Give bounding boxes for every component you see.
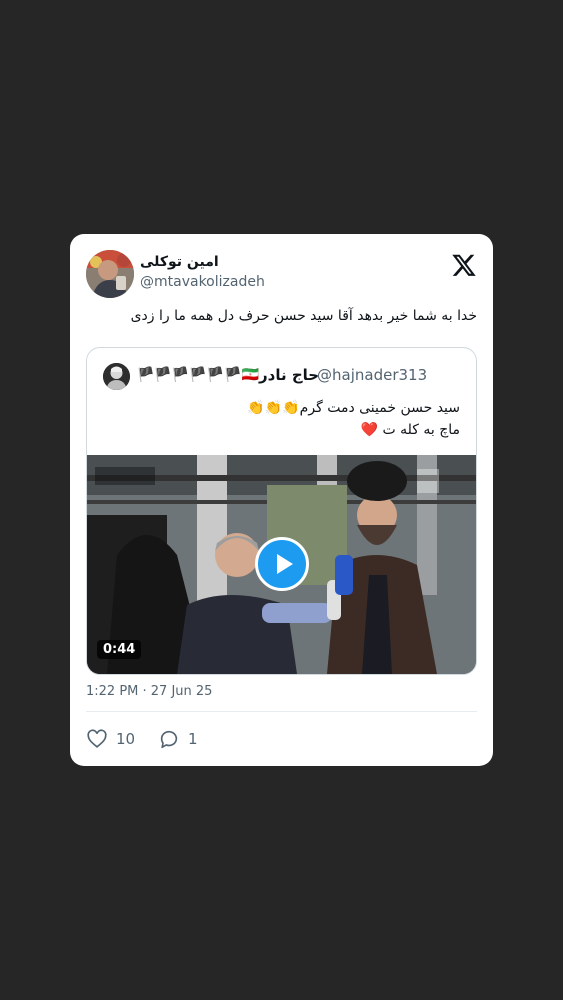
- tweet-card[interactable]: امین توکلی @mtavakolizadeh خدا به شما خی…: [70, 234, 493, 766]
- tweet-timestamp[interactable]: 1:22 PM · 27 Jun 25: [86, 684, 212, 699]
- quoted-author-avatar[interactable]: [103, 363, 130, 390]
- reply-count: 1: [188, 730, 198, 748]
- quoted-flags: 🏴🏴🏴🏴🏴🏴🇮🇷: [137, 367, 260, 383]
- quoted-text-line-1: سید حسن خمینی دمت گرم👏👏👏: [247, 400, 460, 416]
- author-avatar[interactable]: [86, 250, 134, 298]
- heart-emoji: ❤️: [360, 422, 378, 438]
- quoted-tweet[interactable]: 🏴🏴🏴🏴🏴🏴🇮🇷 حاج نادر @hajnader313 سید حسن خ…: [86, 347, 477, 675]
- quoted-text-line-2-text: ماچ به کله ت: [382, 422, 460, 438]
- x-logo-icon[interactable]: [451, 252, 477, 278]
- quoted-author-name[interactable]: حاج نادر: [259, 366, 319, 384]
- play-button[interactable]: [255, 537, 309, 591]
- reply-bubble-icon: [160, 730, 178, 749]
- quoted-text-line-2: ماچ به کله ت ❤️: [361, 422, 460, 438]
- author-name[interactable]: امین توکلی: [140, 254, 219, 270]
- author-handle[interactable]: @mtavakolizadeh: [140, 274, 265, 290]
- divider: [86, 711, 477, 712]
- play-icon: [277, 554, 293, 574]
- video-player[interactable]: 0:44: [87, 455, 476, 674]
- tweet-text: خدا به شما خیر بدهد آقا سید حسن حرف دل ه…: [130, 308, 477, 324]
- like-count: 10: [116, 730, 136, 748]
- heart-icon: [87, 729, 107, 748]
- reply-button[interactable]: 1: [158, 728, 198, 750]
- quoted-author-handle[interactable]: @hajnader313: [317, 366, 427, 384]
- like-button[interactable]: 10: [86, 728, 135, 750]
- video-duration: 0:44: [97, 640, 142, 659]
